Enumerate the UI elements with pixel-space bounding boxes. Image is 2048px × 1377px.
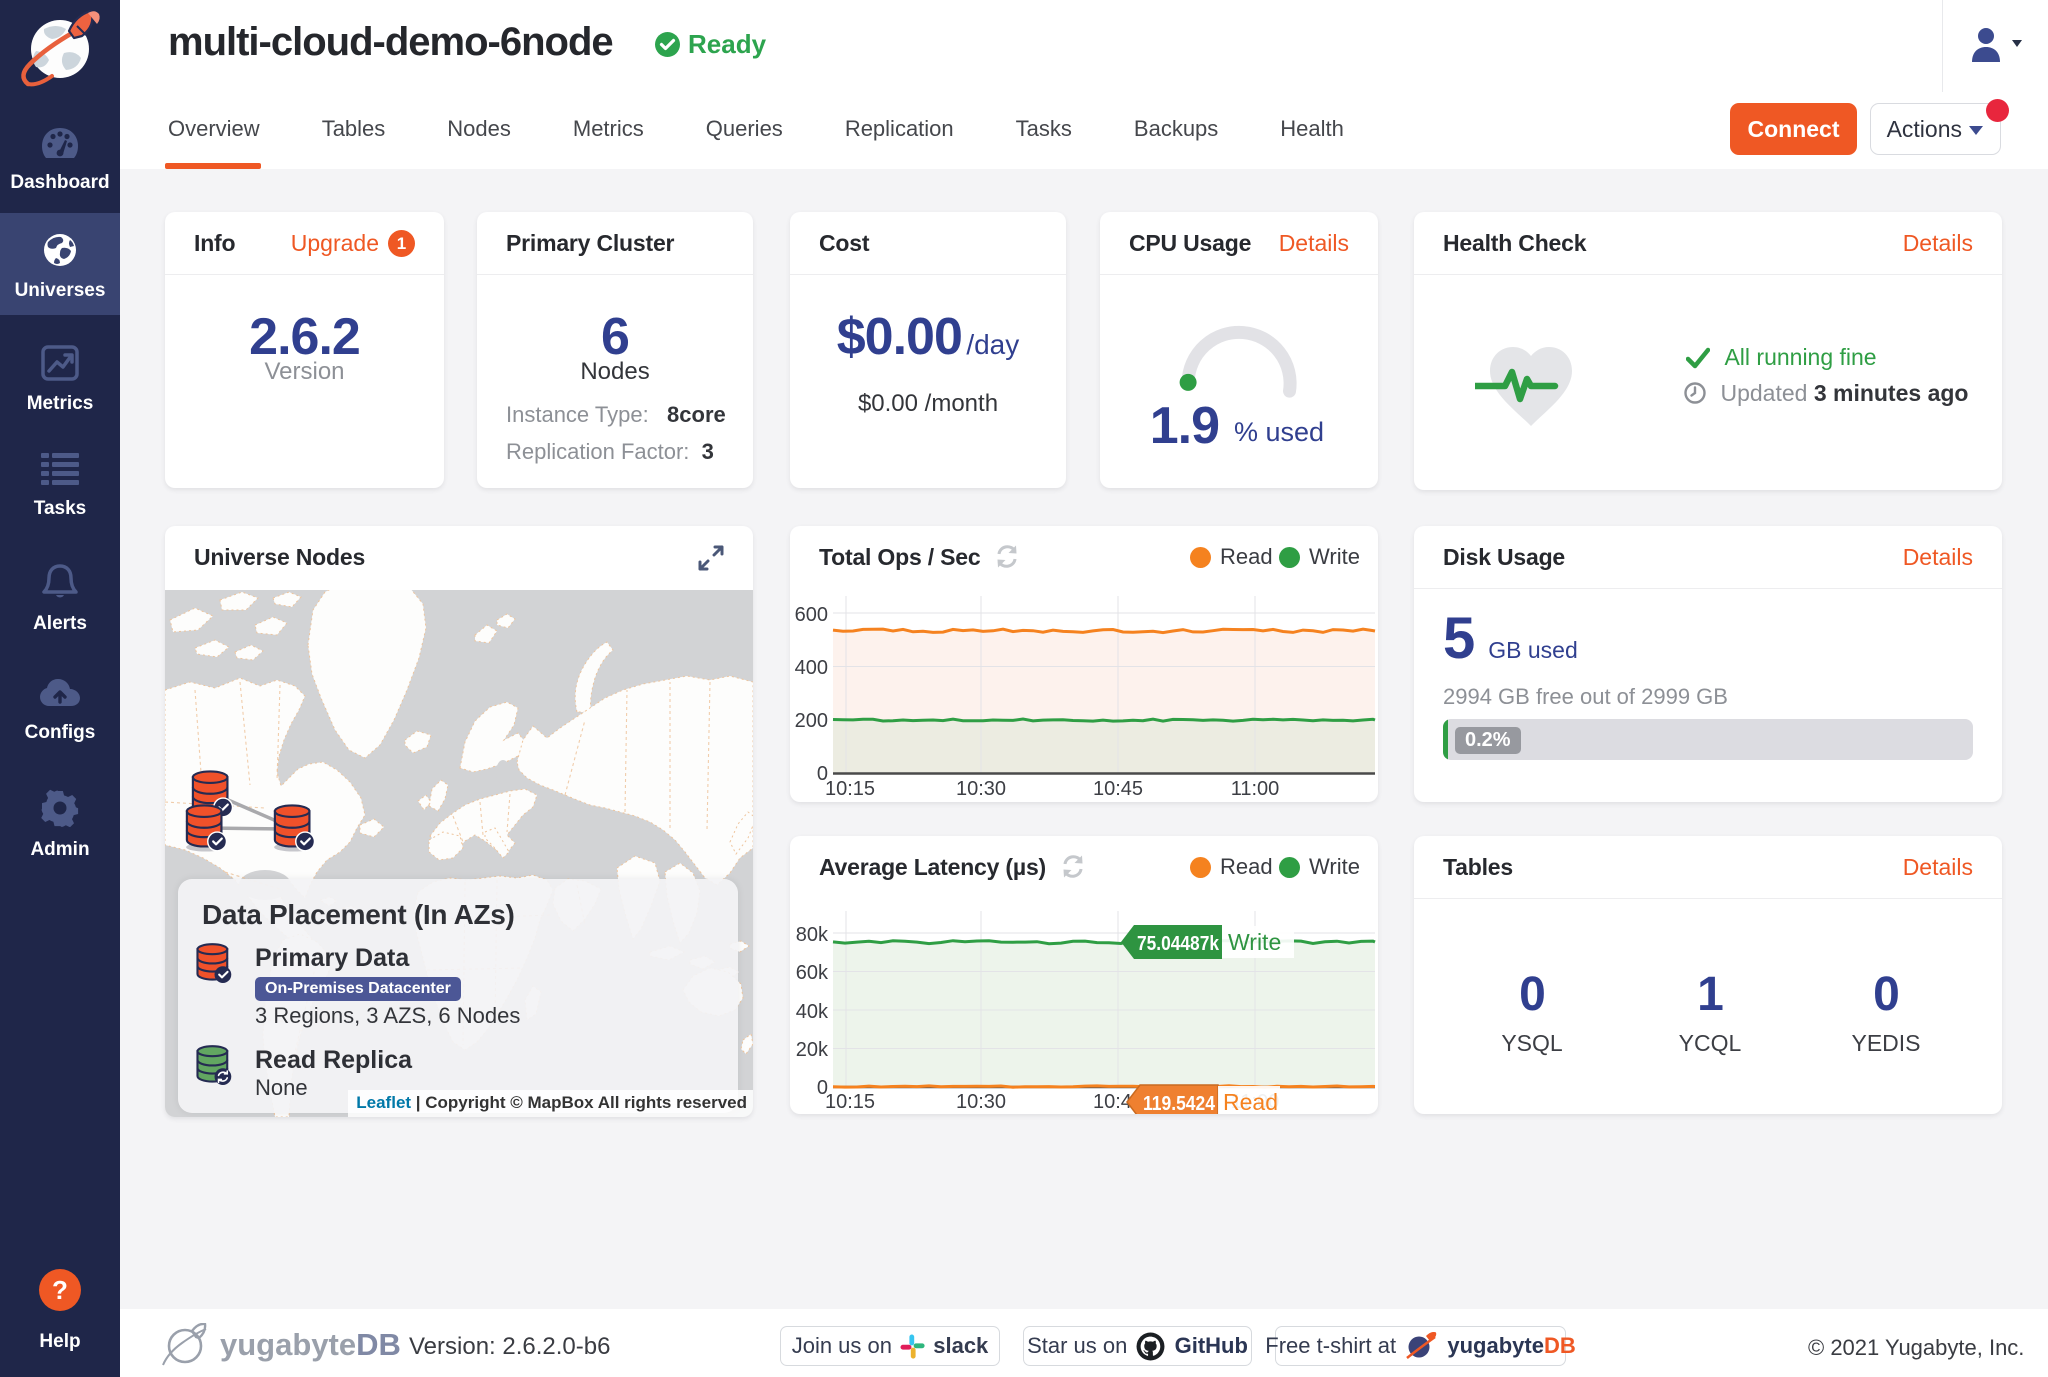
svg-text:20k: 20k (796, 1039, 829, 1061)
svg-text:10:30: 10:30 (956, 1091, 1006, 1113)
svg-text:200: 200 (795, 710, 828, 732)
svg-text:60k: 60k (796, 962, 829, 984)
svg-text:Write: Write (1228, 929, 1281, 955)
svg-text:1.9: 1.9 (1150, 397, 1219, 455)
svg-text:119.5424: 119.5424 (1143, 1093, 1216, 1114)
svg-text:10:45: 10:45 (1093, 778, 1143, 800)
svg-text:600: 600 (795, 604, 828, 626)
svg-text:10:30: 10:30 (956, 778, 1006, 800)
svg-text:11:00: 11:00 (1231, 778, 1280, 800)
svg-text:10:15: 10:15 (825, 778, 875, 800)
svg-text:75.04487k: 75.04487k (1137, 933, 1220, 955)
svg-text:40k: 40k (796, 1001, 829, 1023)
svg-text:Read: Read (1223, 1089, 1278, 1114)
svg-text:400: 400 (795, 657, 828, 679)
svg-text:80k: 80k (796, 924, 829, 946)
svg-text:10:15: 10:15 (825, 1091, 875, 1113)
svg-text:% used: % used (1234, 417, 1324, 447)
